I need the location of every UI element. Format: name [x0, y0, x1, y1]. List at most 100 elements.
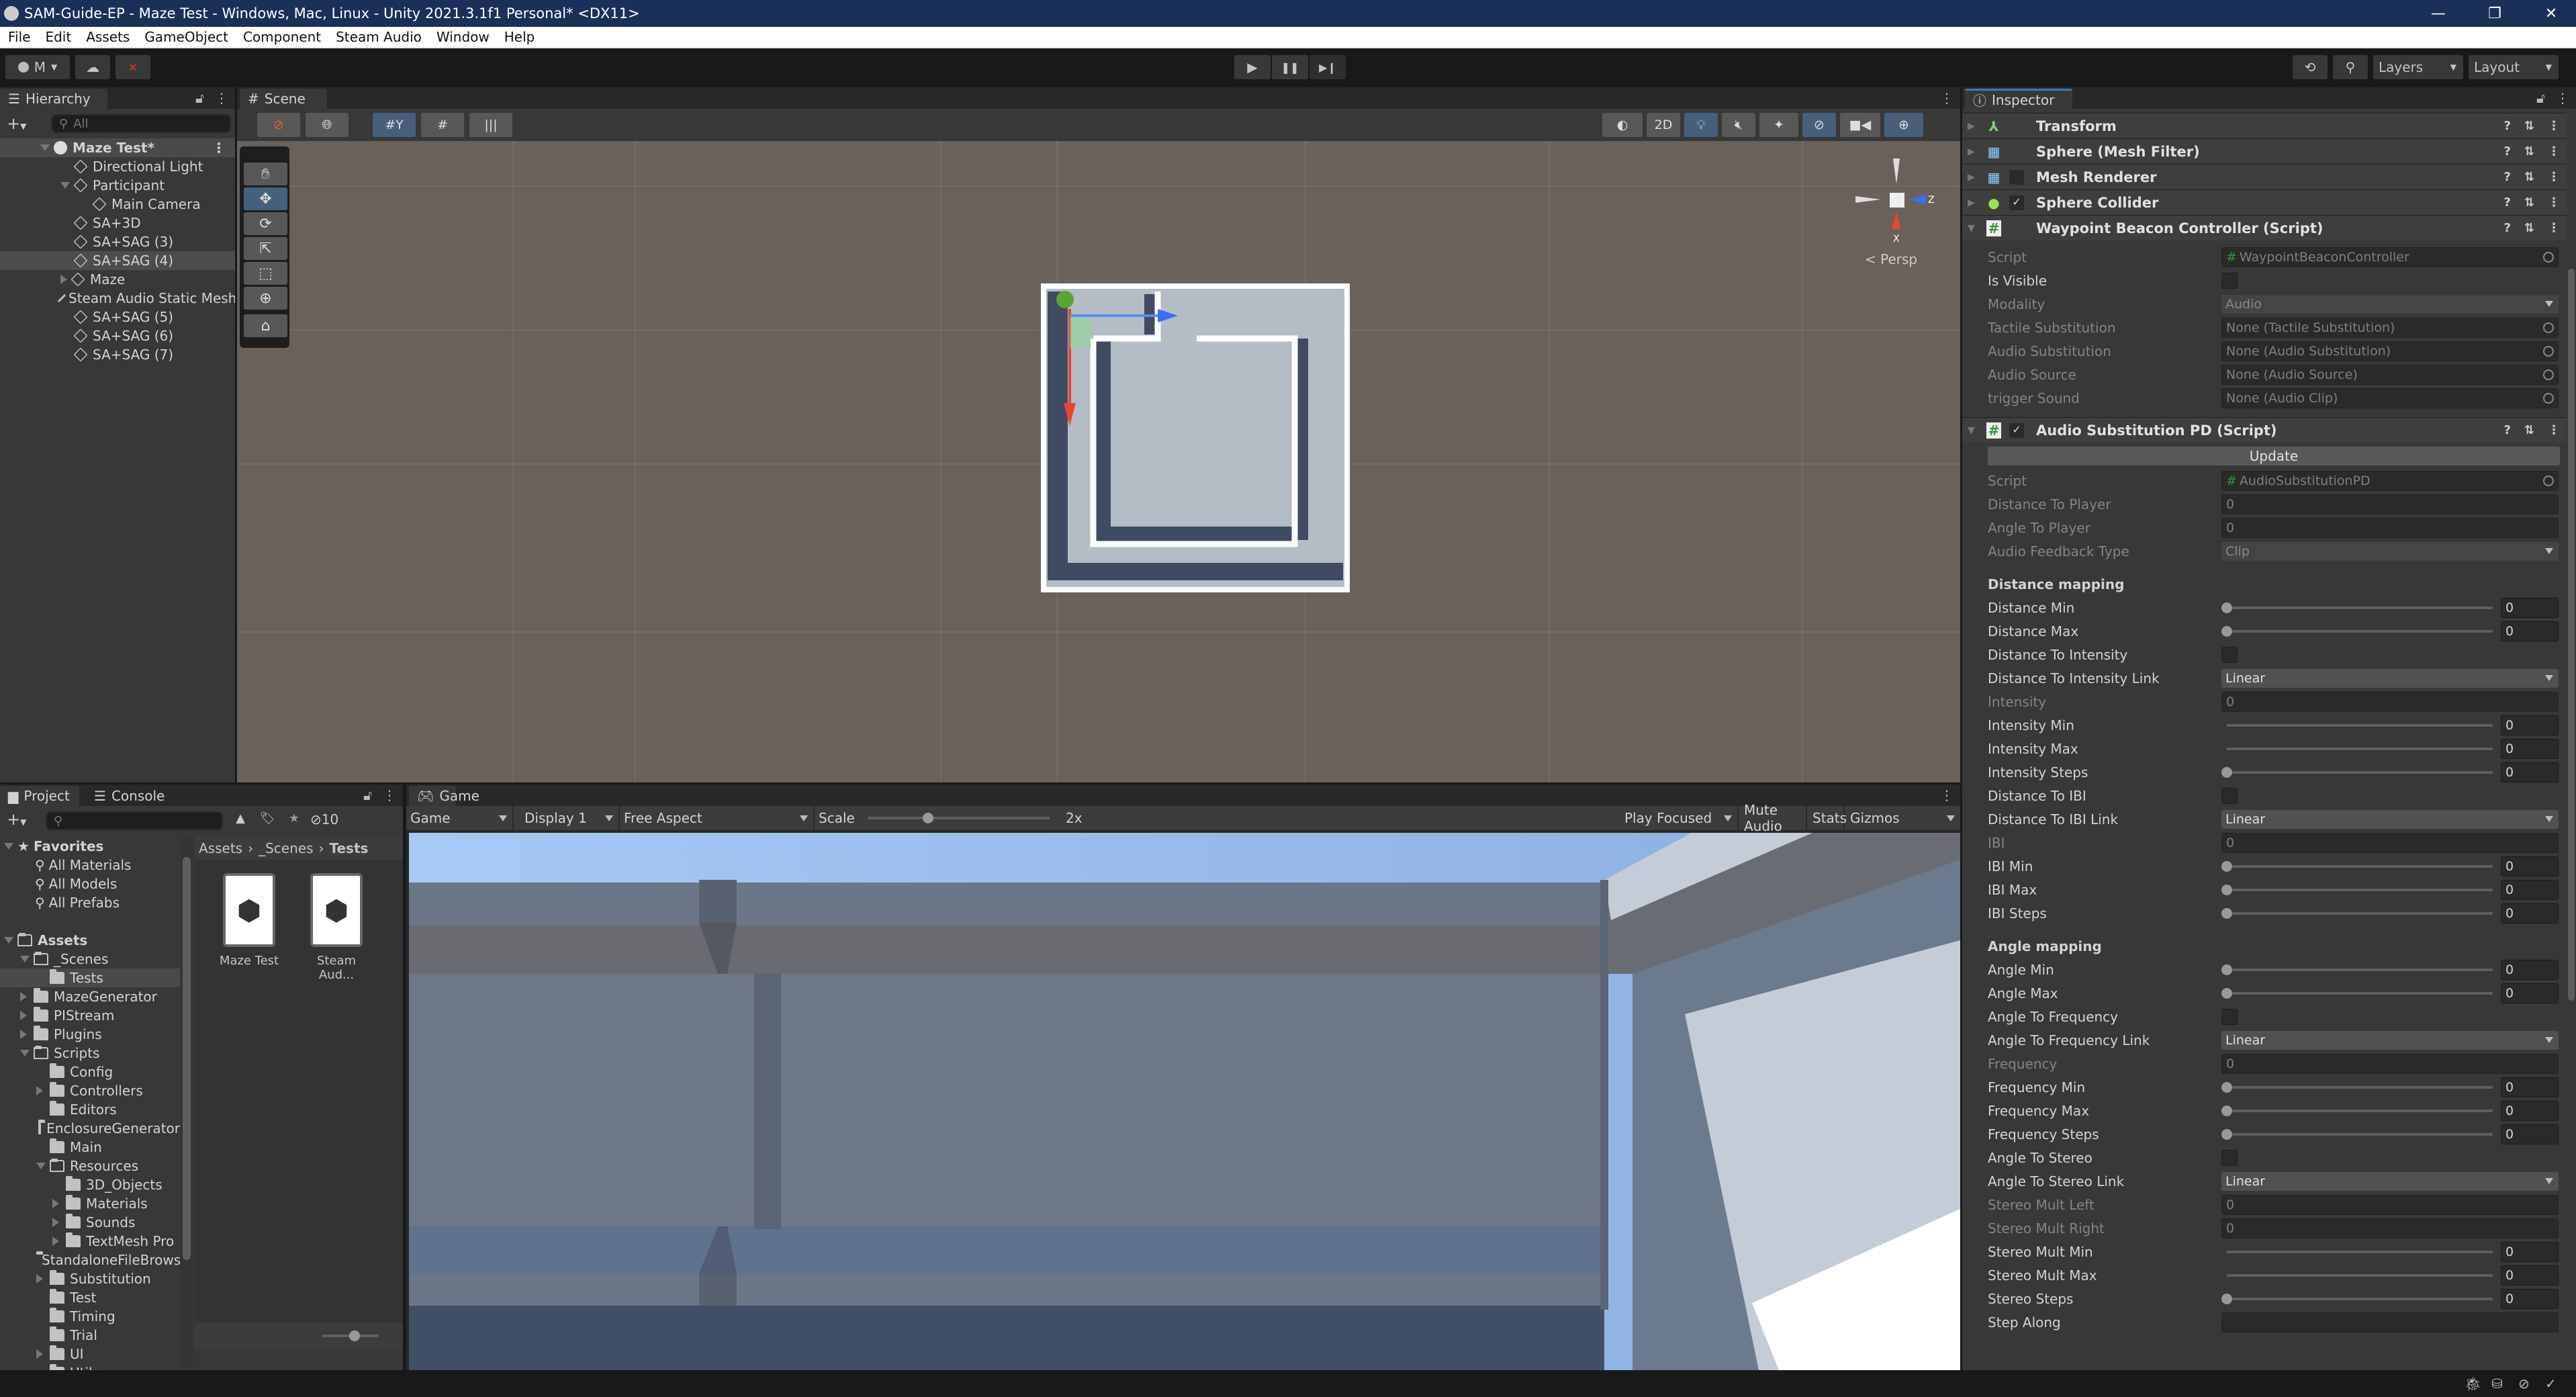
camera-settings-button[interactable]: ■◀: [1840, 113, 1880, 137]
menu-assets[interactable]: Assets: [86, 29, 130, 45]
audio-source-object-field[interactable]: None (Audio Source): [2221, 365, 2559, 385]
draw-mode-button[interactable]: ◐: [1602, 113, 1643, 137]
network-icon[interactable]: ⊘: [2518, 1376, 2530, 1392]
frequency-min-value-field[interactable]: 0: [2501, 1077, 2559, 1097]
expand-arrow-icon[interactable]: [60, 182, 70, 189]
asset-steam-audio[interactable]: ⬢ Steam Aud...: [306, 873, 367, 982]
expand-arrow-icon[interactable]: [20, 1050, 30, 1056]
hierarchy-item[interactable]: SA+SAG (6): [0, 326, 235, 345]
component-header[interactable]: ▼ # Waypoint Beacon Controller (Script)? ⇅ ⋮: [1962, 215, 2567, 240]
lighting-toggle-button[interactable]: 💡︎: [1684, 113, 1718, 137]
expand-arrow-icon[interactable]: [20, 956, 30, 962]
rotate-tool-button[interactable]: ⟳: [244, 212, 287, 235]
hierarchy-item[interactable]: SA+SAG (5): [0, 308, 235, 326]
intensity-field[interactable]: 0: [2221, 692, 2559, 712]
project-folder[interactable]: _Scenes: [0, 950, 180, 968]
lock-icon[interactable]: 🔓︎: [363, 787, 372, 803]
project-folder[interactable]: EnclosureGenerator: [0, 1119, 180, 1138]
distance-to-ibi-checkbox[interactable]: [2221, 788, 2238, 804]
component-enabled-checkbox[interactable]: ✓: [2009, 195, 2024, 210]
project-folder[interactable]: Resources: [0, 1157, 180, 1175]
more-options-icon[interactable]: ⋮: [1940, 90, 1953, 106]
ibi-steps-slider[interactable]: [2221, 902, 2493, 925]
close-button[interactable]: ✕: [2528, 0, 2575, 27]
help-icon[interactable]: ?: [2503, 119, 2510, 133]
menu-steam-audio[interactable]: Steam Audio: [336, 29, 422, 45]
project-folder[interactable]: Utils: [0, 1363, 180, 1370]
display-dropdown[interactable]: Display 1: [515, 806, 620, 830]
search-button[interactable]: ⚲: [2333, 55, 2368, 79]
tab-hierarchy[interactable]: ☰ Hierarchy: [0, 89, 107, 109]
more-options-icon[interactable]: ⋮: [212, 140, 226, 156]
frequency-max-slider[interactable]: [2221, 1099, 2493, 1122]
more-options-icon[interactable]: ⋮: [2556, 90, 2569, 106]
undo-history-button[interactable]: ⟲: [2293, 55, 2328, 79]
frequency-steps-value-field[interactable]: 0: [2501, 1124, 2559, 1144]
slider-knob[interactable]: [2221, 767, 2232, 778]
menu-help[interactable]: Help: [504, 29, 535, 45]
angle-to-stereo-checkbox[interactable]: [2221, 1150, 2238, 1166]
collapse-arrow-icon[interactable]: [20, 992, 27, 1001]
stereo-mult-min-slider[interactable]: [2221, 1241, 2493, 1263]
transform-tool-button[interactable]: ⊕: [244, 287, 287, 310]
distance-max-slider[interactable]: [2221, 620, 2493, 643]
ibi-max-slider[interactable]: [2221, 878, 2493, 901]
audio-feedback-type-dropdown[interactable]: Clip: [2221, 542, 2559, 561]
stereo-mult-max-slider[interactable]: [2221, 1264, 2493, 1287]
frequency-field[interactable]: 0: [2221, 1054, 2559, 1074]
preset-icon[interactable]: ⇅: [2524, 170, 2534, 184]
hierarchy-item[interactable]: SA+SAG (4): [0, 251, 235, 270]
help-icon[interactable]: ?: [2503, 170, 2510, 184]
layout-dropdown[interactable]: Layout ▼: [2469, 55, 2559, 79]
orientation-gizmo[interactable]: Z X: [1855, 159, 1936, 266]
expand-arrow-icon[interactable]: [4, 937, 13, 944]
hand-tool-button[interactable]: ✋︎: [244, 163, 287, 185]
lock-icon[interactable]: 🔓︎: [195, 90, 204, 106]
project-folder[interactable]: Config: [0, 1063, 180, 1081]
filter-by-label-button[interactable]: 🏷︎: [255, 811, 279, 830]
distance-to-intensity-link-dropdown[interactable]: Linear: [2221, 669, 2559, 688]
collapse-arrow-icon[interactable]: [20, 1030, 27, 1039]
angle-to-frequency-link-dropdown[interactable]: Linear: [2221, 1031, 2559, 1050]
update-button[interactable]: Update: [1988, 447, 2560, 465]
menu-edit[interactable]: Edit: [45, 29, 71, 45]
slider-knob[interactable]: [2221, 602, 2232, 613]
expand-arrow-icon[interactable]: [36, 1163, 46, 1169]
distance-to-ibi-link-dropdown[interactable]: Linear: [2221, 810, 2559, 829]
aspect-dropdown[interactable]: Free Aspect: [620, 806, 815, 830]
layers-dropdown[interactable]: Layers ▼: [2373, 55, 2463, 79]
angle-max-value-field[interactable]: 0: [2501, 983, 2559, 1003]
slider-knob[interactable]: [2221, 908, 2232, 919]
intensity-steps-value-field[interactable]: 0: [2501, 762, 2559, 782]
cloud-button[interactable]: ☁: [75, 55, 110, 79]
project-folder[interactable]: Editors: [0, 1100, 180, 1119]
modality-dropdown[interactable]: Audio: [2221, 295, 2559, 314]
scene-root-row[interactable]: Maze Test* ⋮: [0, 138, 235, 157]
tab-console[interactable]: ☰ Console: [86, 786, 180, 806]
preset-icon[interactable]: ⇅: [2524, 221, 2534, 235]
collapse-arrow-icon[interactable]: [36, 1274, 43, 1283]
slider-knob[interactable]: [2221, 1129, 2232, 1140]
audio-substitution-object-field[interactable]: None (Audio Substitution): [2221, 341, 2559, 361]
component-enabled-checkbox[interactable]: ✓: [2009, 422, 2024, 438]
expand-arrow-icon[interactable]: ▼: [1968, 425, 1975, 436]
tab-scene[interactable]: # Scene: [240, 89, 327, 109]
collapse-arrow-icon[interactable]: ▶: [1968, 146, 1975, 157]
trigger-sound-object-field[interactable]: None (Audio Clip): [2221, 388, 2559, 408]
stereo-mult-right-field[interactable]: 0: [2221, 1218, 2559, 1238]
slider-knob[interactable]: [2221, 1082, 2232, 1093]
object-picker-icon[interactable]: [2543, 393, 2554, 404]
rect-tool-button[interactable]: ⬚: [244, 262, 287, 285]
component-header[interactable]: ▼ # ✓ Audio Substitution PD (Script)? ⇅ ⋮: [1962, 417, 2567, 443]
more-options-icon[interactable]: ⋮: [2548, 221, 2560, 235]
gizmos-button[interactable]: ⊕: [1884, 113, 1923, 137]
object-picker-icon[interactable]: [2543, 346, 2554, 357]
more-options-icon[interactable]: ⋮: [2548, 170, 2560, 184]
scale-tool-button[interactable]: ⇱: [244, 237, 287, 260]
angle-min-slider[interactable]: [2221, 958, 2493, 981]
ibi-field[interactable]: 0: [2221, 833, 2559, 853]
project-folder[interactable]: MazeGenerator: [0, 987, 180, 1006]
preset-icon[interactable]: ⇅: [2524, 423, 2534, 437]
component-header[interactable]: ▶ ▦ Sphere (Mesh Filter)? ⇅ ⋮: [1962, 138, 2567, 164]
distance-max-value-field[interactable]: 0: [2501, 621, 2559, 641]
